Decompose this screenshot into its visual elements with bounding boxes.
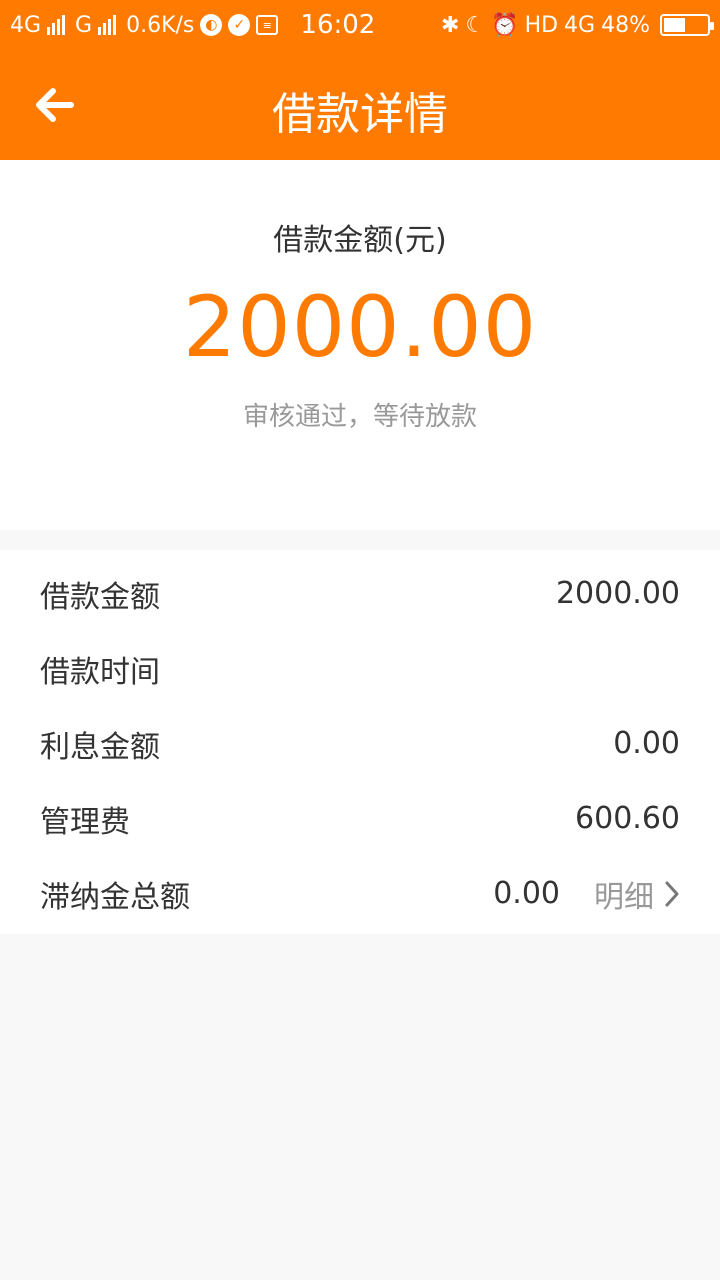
detail-row: 利息金额 0.00 xyxy=(0,706,720,781)
mail-icon: ≡ xyxy=(256,15,279,35)
planet-icon: ◐ xyxy=(200,14,223,36)
summary-label: 借款金额(元) xyxy=(273,223,447,258)
signal-icon xyxy=(98,15,117,35)
detail-row: 管理费 600.60 xyxy=(0,781,720,856)
hd-badge: HD xyxy=(524,12,559,38)
detail-value: 0.00 xyxy=(493,876,560,911)
loan-details: 借款金额 2000.00 借款时间 利息金额 0.00 管理费 600.60 滞… xyxy=(0,550,720,934)
bluetooth-icon: ✱ xyxy=(440,12,460,38)
detail-label: 管理费 xyxy=(40,804,130,840)
page-title: 借款详情 xyxy=(272,89,448,140)
net-speed: 0.6K/s xyxy=(126,12,195,38)
detail-label: 利息金额 xyxy=(40,729,160,765)
detail-label: 滞纳金总额 xyxy=(40,879,190,915)
chevron-right-icon xyxy=(665,881,679,906)
alarm-icon: ⏰ xyxy=(491,12,519,38)
battery-icon xyxy=(660,14,714,36)
moon-icon: ☾ xyxy=(465,12,486,38)
detail-label: 借款金额 xyxy=(40,579,160,615)
detail-row: 借款金额 2000.00 xyxy=(0,556,720,631)
detail-row: 借款时间 xyxy=(0,631,720,706)
signal-icon xyxy=(47,15,66,35)
status-left: 4G G 0.6K/s ◐ ✓ ≡ 16:02 xyxy=(10,10,441,40)
detail-value: 600.60 xyxy=(575,801,680,836)
detail-link-label: 明细 xyxy=(594,879,654,915)
detail-value: 0.00 xyxy=(613,726,680,761)
detail-value: 2000.00 xyxy=(555,576,680,611)
detail-row: 滞纳金总额 0.00 明细 xyxy=(0,856,720,931)
summary-amount: 2000.00 xyxy=(182,278,538,376)
loan-summary: 借款金额(元) 2000.00 审核通过，等待放款 xyxy=(0,160,720,530)
status-right: ✱ ☾ ⏰ HD 4G 48% xyxy=(440,12,714,38)
summary-status: 审核通过，等待放款 xyxy=(242,402,477,432)
status-bar: 4G G 0.6K/s ◐ ✓ ≡ 16:02 ✱ ☾ ⏰ HD 4G 48% xyxy=(0,0,720,50)
network-type-3: 4G xyxy=(564,12,596,38)
network-type-2: G xyxy=(75,12,93,38)
network-type-1: 4G xyxy=(10,12,42,38)
clock-time: 16:02 xyxy=(300,10,376,40)
battery-percent: 48% xyxy=(601,12,650,38)
late-fee-detail-link[interactable]: 明细 xyxy=(594,872,680,916)
detail-label: 借款时间 xyxy=(40,654,160,690)
app-header: 4G G 0.6K/s ◐ ✓ ≡ 16:02 ✱ ☾ ⏰ HD 4G 48% … xyxy=(0,0,720,160)
check-icon: ✓ xyxy=(228,14,251,36)
